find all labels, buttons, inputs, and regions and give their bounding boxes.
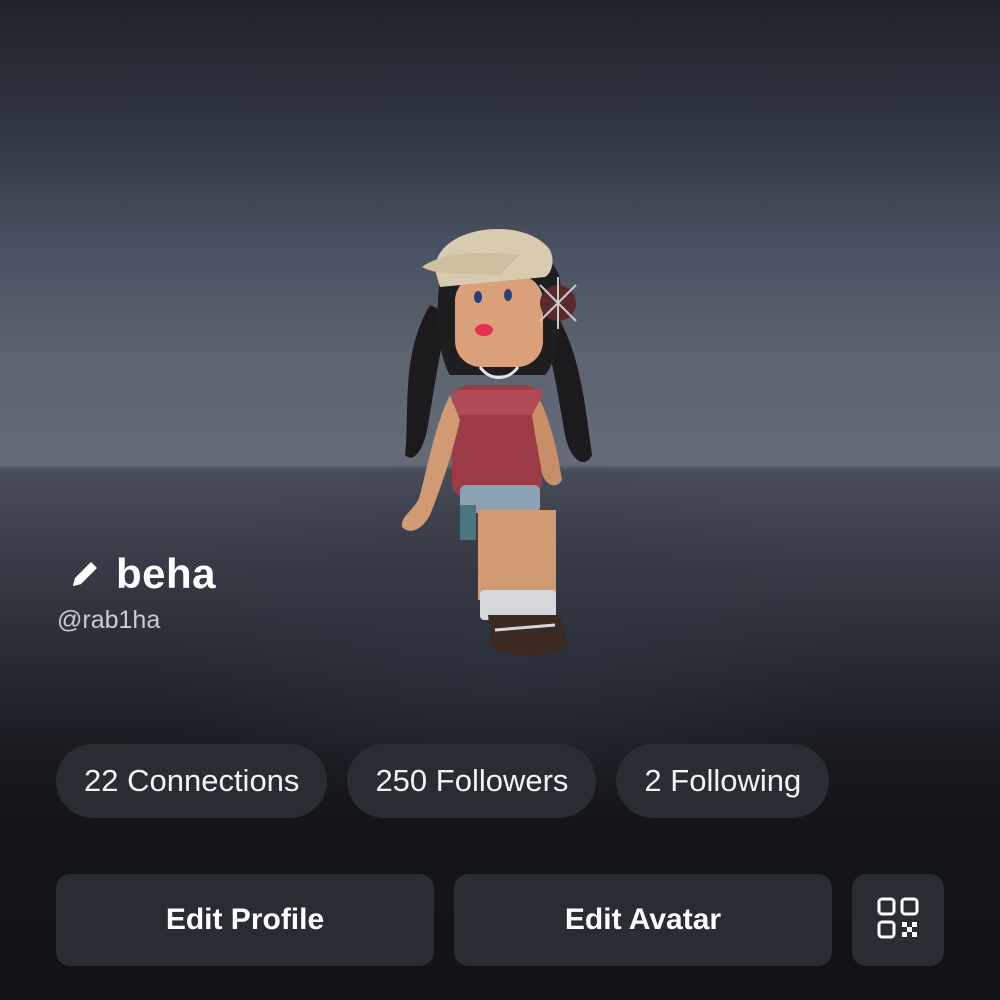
display-name: beha: [116, 550, 217, 597]
avatar-figure[interactable]: [380, 215, 620, 675]
followers-pill[interactable]: 250 Followers: [347, 744, 597, 818]
username: @rab1ha: [57, 606, 161, 634]
connections-pill[interactable]: 22 Connections: [56, 744, 328, 818]
stats-row: 22 Connections 250 Followers 2 Following: [56, 744, 830, 818]
edit-profile-button[interactable]: Edit Profile: [56, 874, 434, 966]
qr-code-button[interactable]: [852, 874, 944, 966]
qr-code-icon: [876, 896, 920, 945]
profile-screen: beha @rab1ha 22 Connections 250 Follower…: [0, 0, 1000, 1000]
actions-row: Edit Profile Edit Avatar: [56, 874, 944, 966]
pencil-icon[interactable]: [68, 557, 102, 591]
edit-avatar-button[interactable]: Edit Avatar: [454, 874, 832, 966]
display-name-row[interactable]: beha: [68, 546, 216, 602]
following-pill[interactable]: 2 Following: [616, 744, 830, 818]
